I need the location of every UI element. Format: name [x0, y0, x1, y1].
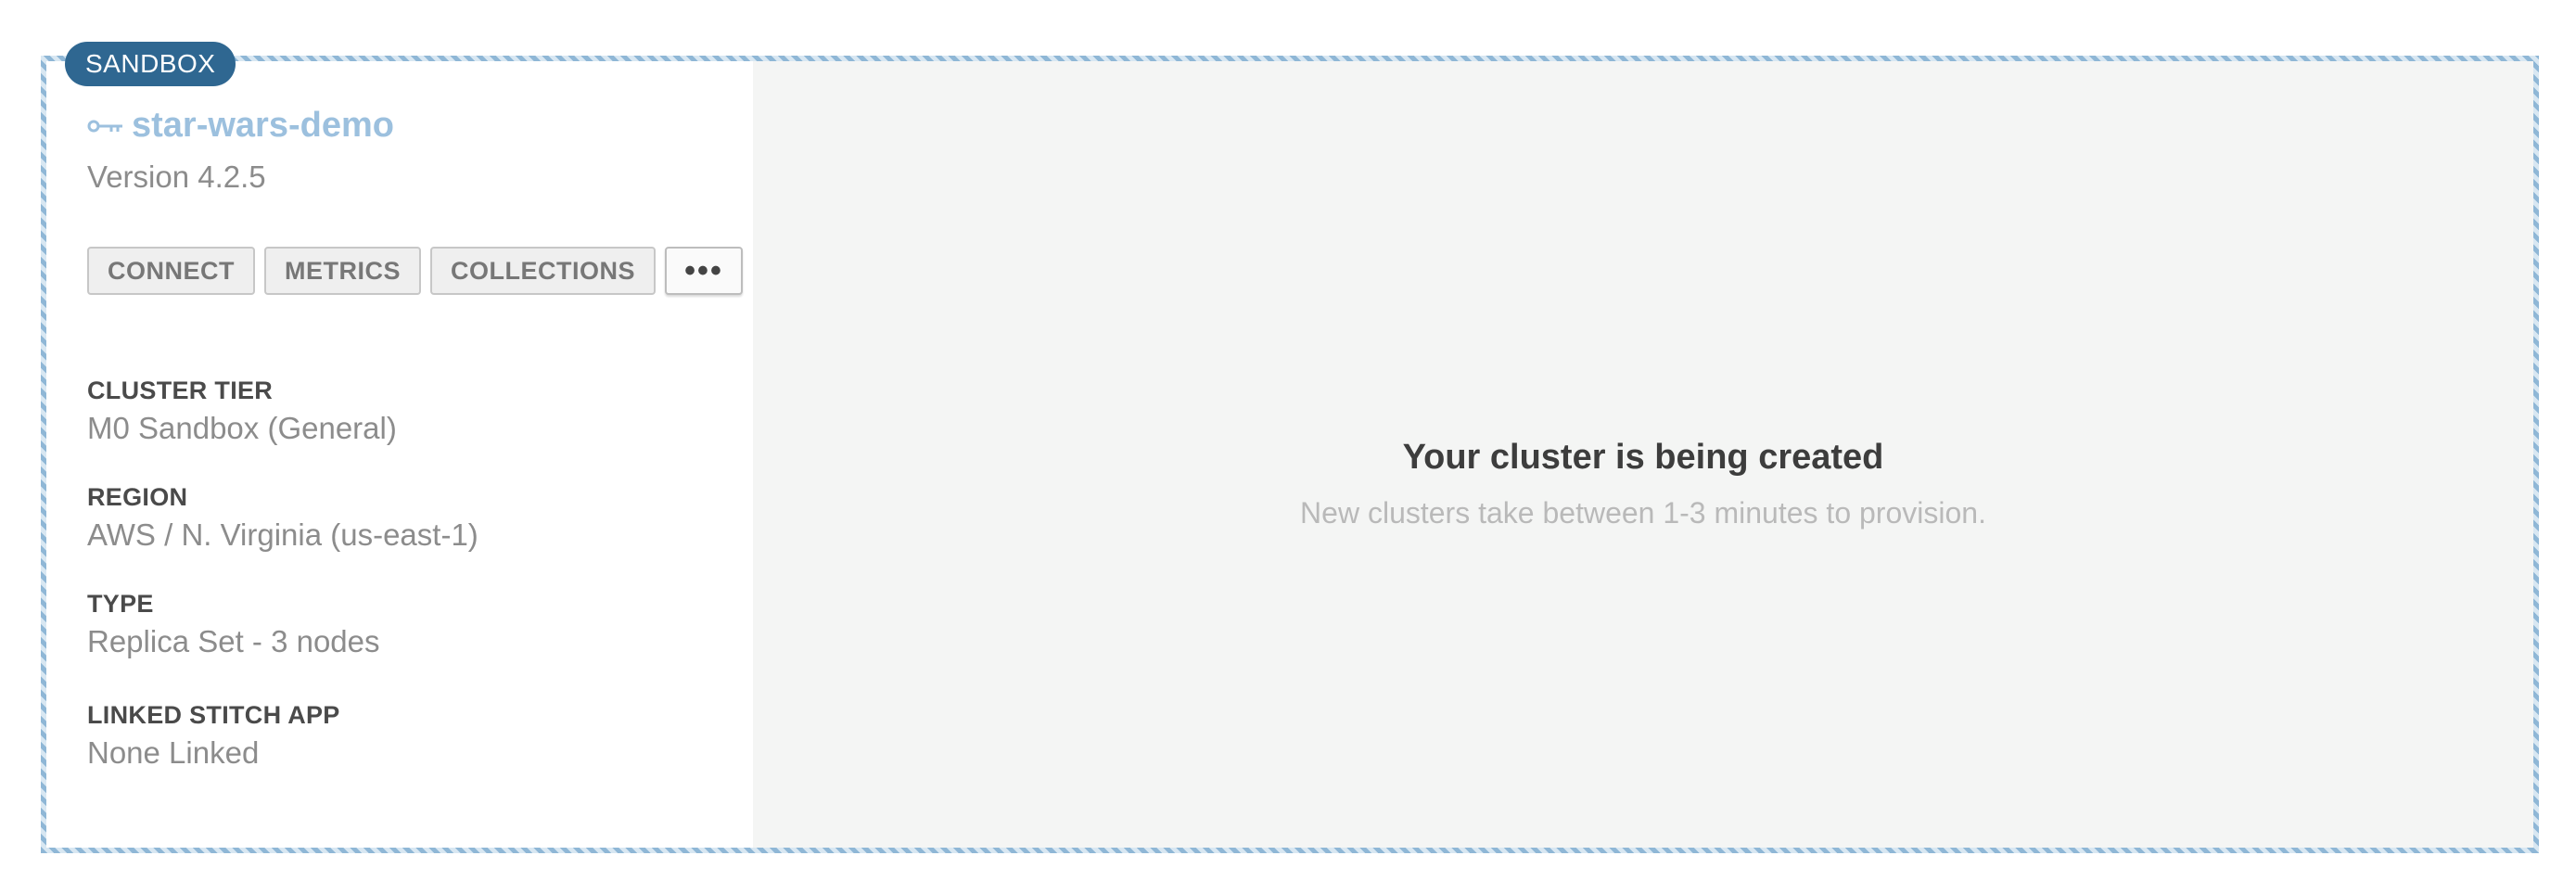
type-detail: TYPE Replica Set - 3 nodes: [87, 590, 380, 659]
more-options-button[interactable]: •••: [665, 247, 743, 295]
collections-button[interactable]: COLLECTIONS: [430, 247, 656, 295]
type-value: Replica Set - 3 nodes: [87, 624, 380, 658]
cluster-info-panel: star-wars-demo Version 4.2.5 CONNECT MET…: [46, 61, 753, 848]
connect-button[interactable]: CONNECT: [87, 247, 255, 295]
cluster-status-message: Your cluster is being created New cluste…: [753, 438, 2533, 530]
cluster-name-row[interactable]: star-wars-demo: [87, 106, 394, 146]
region-detail: REGION AWS / N. Virginia (us-east-1): [87, 483, 478, 553]
cluster-actions: CONNECT METRICS COLLECTIONS •••: [87, 247, 743, 295]
cluster-status-panel: Your cluster is being created New cluste…: [753, 61, 2533, 848]
cluster-tier-value: M0 Sandbox (General): [87, 411, 397, 445]
status-subtitle: New clusters take between 1-3 minutes to…: [1300, 496, 1986, 530]
region-value: AWS / N. Virginia (us-east-1): [87, 517, 478, 552]
metrics-button[interactable]: METRICS: [264, 247, 421, 295]
linked-stitch-app-label: LINKED STITCH APP: [87, 701, 340, 729]
key-icon: [87, 120, 122, 132]
cluster-card: star-wars-demo Version 4.2.5 CONNECT MET…: [41, 56, 2539, 853]
cluster-name-link[interactable]: star-wars-demo: [132, 106, 394, 146]
region-label: REGION: [87, 483, 188, 511]
linked-stitch-app-value: None Linked: [87, 735, 260, 770]
cluster-version: Version 4.2.5: [87, 160, 266, 194]
sandbox-badge: SANDBOX: [65, 42, 236, 86]
type-label: TYPE: [87, 590, 154, 618]
linked-stitch-app-detail: LINKED STITCH APP None Linked: [87, 701, 340, 771]
cluster-tier-detail: CLUSTER TIER M0 Sandbox (General): [87, 377, 397, 446]
cluster-tier-label: CLUSTER TIER: [87, 377, 274, 404]
status-title: Your cluster is being created: [1402, 438, 1884, 477]
